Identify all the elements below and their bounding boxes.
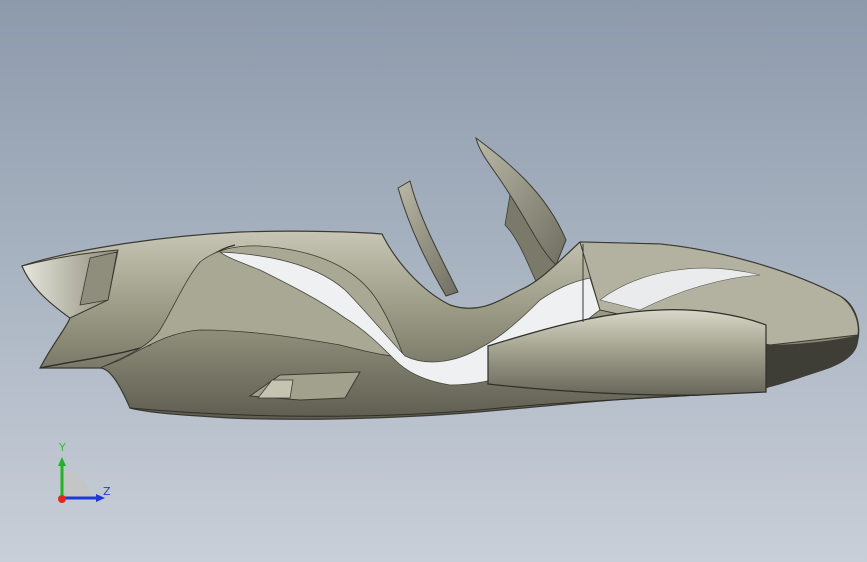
vehicle-3d-model[interactable] xyxy=(0,0,867,562)
z-axis-label: Z xyxy=(103,485,111,498)
x-axis-dot xyxy=(58,495,66,503)
y-axis-label: Y xyxy=(59,441,66,454)
axis-triad: Y Z xyxy=(50,440,120,510)
xy-plane-quarter xyxy=(62,470,90,498)
y-axis-arrow xyxy=(58,457,66,466)
cad-viewport[interactable]: Y Z xyxy=(0,0,867,562)
